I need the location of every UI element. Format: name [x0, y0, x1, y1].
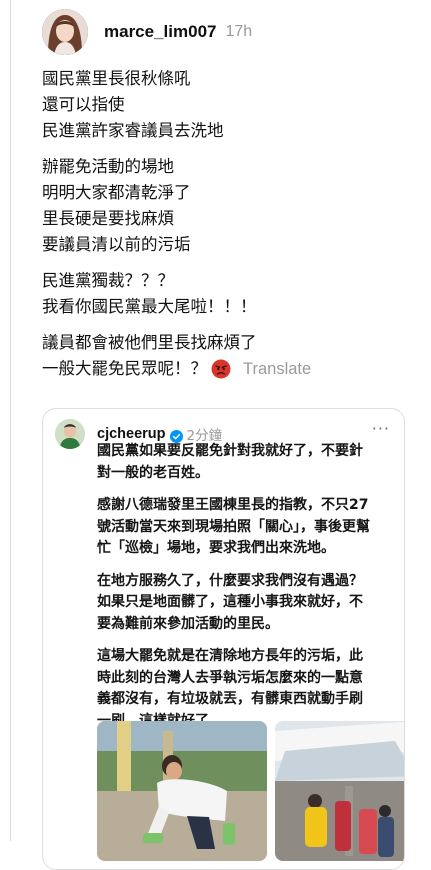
- post-last-line: 一般大罷免民眾呢！？ Translate: [42, 356, 412, 382]
- post-line: 議員都會被他們里長找麻煩了: [42, 333, 257, 352]
- photo-event-canopy-crowd[interactable]: [275, 721, 404, 861]
- avatar[interactable]: [42, 9, 88, 55]
- post-timestamp: 17h: [225, 23, 253, 40]
- quoted-line: 時此刻的台灣人去爭執污垢怎麼來的一點意: [97, 669, 363, 686]
- post-paragraph: 辦罷免活動的場地 明明大家都清乾淨了 里長硬是要找麻煩 要議員清以前的污垢: [42, 154, 412, 258]
- quoted-line: 在地方服務久了，什麼要求我們沒有遇過？: [97, 572, 363, 589]
- quoted-line: 國民黨如果要反罷免針對我就好了，不要針: [97, 443, 363, 459]
- quoted-paragraph: 國民黨如果要反罷免針對我就好了，不要針 對一般的老百姓。: [97, 441, 397, 484]
- quoted-paragraph: 這場大罷免就是在清除地方長年的污垢，此 時此刻的台灣人去爭執污垢怎麼來的一點意 …: [97, 646, 397, 732]
- post-line: 國民黨里長很秋條吼: [42, 69, 191, 88]
- post-line: 一般大罷免民眾呢！？: [42, 359, 207, 378]
- media-carousel[interactable]: [97, 721, 404, 869]
- quoted-line: 忙「巡檢」場地，要求我們出來洗地。: [97, 540, 335, 556]
- quoted-paragraph: 感謝八德瑞發里王國棟里長的指教，不只27 號活動當天來到現場拍照「關心」，事後更…: [97, 495, 397, 560]
- post-line: 辦罷免活動的場地: [42, 157, 174, 176]
- quoted-line: 這場大罷免就是在清除地方長年的污垢，此: [97, 648, 363, 664]
- post-line: 還可以指使: [42, 95, 125, 114]
- quoted-line: 要為難前來參加活動的里民。: [97, 615, 279, 632]
- post-header: marce_lim007 17h: [42, 9, 252, 55]
- quoted-post-card[interactable]: cjcheerup 2分鐘 ··· 國民黨如果要反罷免針對我就好了，不要針 對一…: [42, 408, 405, 870]
- photo-man-scrubbing-ground[interactable]: [97, 721, 267, 861]
- post-paragraph: 議員都會被他們里長找麻煩了 一般大罷免民眾呢！？ Translate: [42, 330, 412, 382]
- thread-line: [10, 0, 11, 841]
- quoted-line: 號活動當天來到現場拍照「關心」，事後更幫: [97, 518, 370, 535]
- quoted-username[interactable]: cjcheerup: [97, 426, 166, 442]
- post-line: 要議員清以前的污垢: [42, 235, 191, 254]
- angry-face-icon: [211, 359, 231, 379]
- quoted-post-body: 國民黨如果要反罷免針對我就好了，不要針 對一般的老百姓。 感謝八德瑞發里王國棟里…: [97, 441, 397, 743]
- post-line: 明明大家都清乾淨了: [42, 183, 191, 202]
- post-body: 國民黨里長很秋條吼 還可以指使 民進黨許家睿議員去洗地 辦罷免活動的場地 明明大…: [42, 66, 412, 382]
- post-paragraph: 國民黨里長很秋條吼 還可以指使 民進黨許家睿議員去洗地: [42, 66, 412, 144]
- post-line: 里長硬是要找麻煩: [42, 209, 174, 228]
- post-line: 我看你國民黨最大尾啦！！！: [42, 297, 257, 316]
- translate-link[interactable]: Translate: [243, 356, 311, 382]
- quoted-line: 義都沒有，有垃圾就丟，有髒東西就動手刷: [97, 691, 363, 707]
- post-line: 民進黨許家睿議員去洗地: [42, 121, 224, 140]
- more-options-icon[interactable]: ···: [372, 419, 390, 438]
- quoted-line: 感謝八德瑞發里王國棟里長的指教，不只27: [97, 497, 369, 513]
- post-paragraph: 民進黨獨裁？？？ 我看你國民黨最大尾啦！！！: [42, 268, 412, 320]
- verified-badge-icon: [169, 428, 183, 443]
- quoted-line: 如果只是地面髒了，這種小事我來就好，不: [97, 594, 363, 610]
- quoted-line: 對一般的老百姓。: [97, 464, 209, 481]
- quoted-avatar[interactable]: [55, 419, 85, 449]
- quoted-paragraph: 在地方服務久了，什麼要求我們沒有遇過？ 如果只是地面髒了，這種小事我來就好，不 …: [97, 571, 397, 636]
- post-line: 民進黨獨裁？？？: [42, 271, 174, 290]
- post-username[interactable]: marce_lim007: [104, 22, 216, 42]
